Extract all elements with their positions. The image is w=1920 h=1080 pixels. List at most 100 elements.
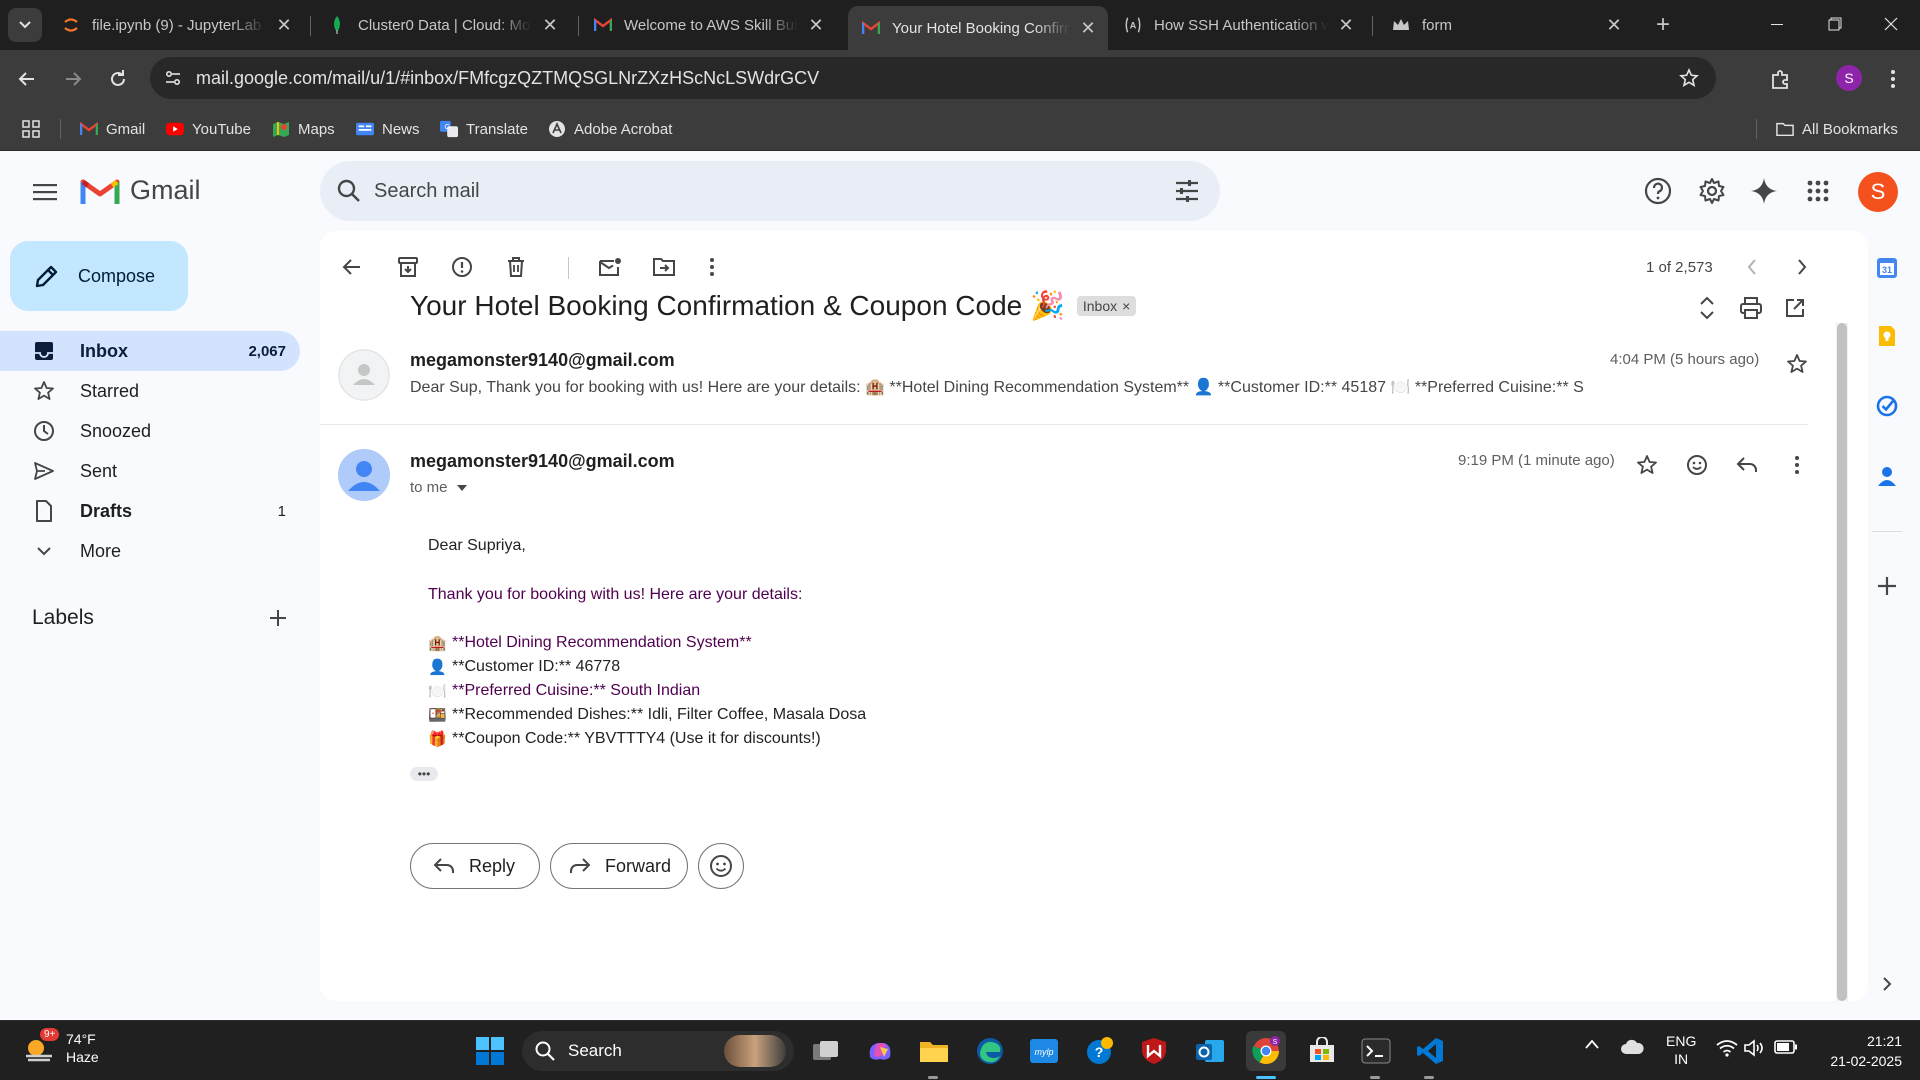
move-to-button[interactable] <box>648 251 680 283</box>
main-menu-button[interactable] <box>28 175 62 209</box>
tab-mongodb[interactable]: Cluster0 Data | Cloud: MongoDB ✕ <box>314 6 570 44</box>
task-view-button[interactable] <box>806 1031 846 1071</box>
tab-search-button[interactable] <box>8 8 42 42</box>
gmail-logo[interactable]: Gmail <box>80 175 201 206</box>
show-hidden-icons-button[interactable] <box>1584 1037 1600 1053</box>
calendar-app-button[interactable]: 31 <box>1872 253 1902 283</box>
compose-button[interactable]: Compose <box>10 241 188 311</box>
close-window-button[interactable] <box>1862 0 1920 48</box>
volume-button[interactable] <box>1744 1039 1766 1060</box>
browser-menu-button[interactable] <box>1878 64 1908 94</box>
reply-button[interactable] <box>1732 450 1762 480</box>
battery-button[interactable] <box>1774 1040 1798 1057</box>
sidebar-item-snoozed[interactable]: Snoozed <box>0 411 300 451</box>
search-options-icon[interactable] <box>1174 178 1200 204</box>
back-button[interactable] <box>12 64 42 94</box>
bookmark-adobe-acrobat[interactable]: Adobe Acrobat <box>548 118 672 140</box>
all-bookmarks-button[interactable]: All Bookmarks <box>1776 118 1898 140</box>
expanded-sender[interactable]: megamonster9140@gmail.com <box>410 451 675 472</box>
show-trimmed-content-button[interactable]: ••• <box>410 767 438 781</box>
bookmark-maps[interactable]: Maps <box>272 118 335 140</box>
message-scrollbar[interactable] <box>1836 323 1848 1001</box>
language-indicator[interactable]: ENG IN <box>1666 1032 1696 1068</box>
mylife-app-button[interactable]: mylp <box>1024 1031 1064 1071</box>
reload-button[interactable] <box>103 64 133 94</box>
onedrive-button[interactable] <box>1620 1039 1644 1058</box>
collapsed-snippet[interactable]: Dear Sup, Thank you for booking with us!… <box>410 377 1620 397</box>
tab-jupyterlab[interactable]: file.ipynb (9) - JupyterLab ✕ <box>48 6 304 44</box>
search-icon[interactable] <box>336 178 362 204</box>
search-bar[interactable]: Search mail <box>320 161 1220 221</box>
create-label-button[interactable] <box>264 604 292 632</box>
terminal-button[interactable] <box>1356 1031 1396 1071</box>
outlook-button[interactable] <box>1190 1031 1230 1071</box>
bookmark-star-icon[interactable] <box>1676 65 1702 91</box>
close-tab-icon[interactable]: ✕ <box>804 13 828 37</box>
address-bar[interactable]: mail.google.com/mail/u/1/#inbox/FMfcgzQZ… <box>150 57 1716 99</box>
apps-button[interactable] <box>22 118 40 140</box>
reply-pill-button[interactable]: Reply <box>410 843 540 889</box>
emoji-reaction-button[interactable] <box>698 843 744 889</box>
sidebar-item-starred[interactable]: Starred <box>0 371 300 411</box>
get-help-button[interactable]: ? <box>1080 1031 1120 1071</box>
profile-avatar[interactable]: S <box>1836 65 1862 91</box>
remove-label-icon[interactable]: × <box>1122 298 1130 314</box>
more-options-button[interactable] <box>696 251 728 283</box>
forward-pill-button[interactable]: Forward <box>550 843 688 889</box>
google-apps-button[interactable] <box>1800 173 1836 209</box>
sidebar-item-drafts[interactable]: Drafts 1 <box>0 491 300 531</box>
open-new-window-button[interactable] <box>1780 293 1810 323</box>
close-tab-icon[interactable]: ✕ <box>272 13 296 37</box>
add-reaction-button[interactable] <box>1682 450 1712 480</box>
bookmark-youtube[interactable]: YouTube <box>166 118 251 140</box>
edge-button[interactable] <box>970 1031 1010 1071</box>
sidebar-item-sent[interactable]: Sent <box>0 451 300 491</box>
show-side-panel-button[interactable] <box>1872 969 1902 999</box>
close-tab-icon[interactable]: ✕ <box>1076 16 1100 40</box>
search-input[interactable]: Search mail <box>374 180 480 203</box>
wifi-button[interactable] <box>1716 1039 1738 1060</box>
settings-button[interactable] <box>1694 173 1730 209</box>
bookmark-gmail[interactable]: Gmail <box>80 118 145 140</box>
tab-form[interactable]: form ✕ <box>1378 6 1634 44</box>
support-button[interactable] <box>1640 173 1676 209</box>
bookmark-translate[interactable]: G Translate <box>440 118 528 140</box>
recipient-details-toggle[interactable]: to me <box>410 479 468 496</box>
account-avatar[interactable]: S <box>1858 172 1898 212</box>
start-button[interactable] <box>470 1031 510 1071</box>
report-spam-button[interactable] <box>446 251 478 283</box>
tab-hotel-booking[interactable]: Your Hotel Booking Confirmation ✕ <box>848 6 1108 50</box>
mcafee-button[interactable] <box>1134 1031 1174 1071</box>
close-tab-icon[interactable]: ✕ <box>1334 13 1358 37</box>
archive-button[interactable] <box>392 251 424 283</box>
tab-ssh-authentication[interactable]: A How SSH Authentication works ✕ <box>1110 6 1366 44</box>
copilot-button[interactable] <box>860 1031 900 1071</box>
delete-button[interactable] <box>500 251 532 283</box>
bookmark-news[interactable]: News <box>356 118 420 140</box>
older-button[interactable] <box>1786 251 1818 283</box>
message-more-button[interactable] <box>1782 450 1812 480</box>
get-addons-button[interactable] <box>1872 571 1902 601</box>
scrollbar-thumb[interactable] <box>1837 323 1847 1001</box>
tasks-app-button[interactable] <box>1872 391 1902 421</box>
print-button[interactable] <box>1736 293 1766 323</box>
expand-all-button[interactable] <box>1692 293 1722 323</box>
label-badge[interactable]: Inbox × <box>1076 295 1137 316</box>
microsoft-store-button[interactable] <box>1302 1031 1342 1071</box>
star-button[interactable] <box>1632 450 1662 480</box>
sidebar-item-more[interactable]: More <box>0 531 300 571</box>
tab-aws-skill-builder[interactable]: Welcome to AWS Skill Builder ✕ <box>580 6 836 44</box>
restore-button[interactable] <box>1806 0 1864 48</box>
keep-app-button[interactable] <box>1872 321 1902 351</box>
vscode-button[interactable] <box>1410 1031 1450 1071</box>
close-tab-icon[interactable]: ✕ <box>538 13 562 37</box>
extensions-button[interactable] <box>1766 64 1796 94</box>
site-info-icon[interactable] <box>160 65 186 91</box>
sidebar-item-inbox[interactable]: Inbox 2,067 <box>0 331 300 371</box>
close-tab-icon[interactable]: ✕ <box>1602 13 1626 37</box>
system-clock[interactable]: 21:21 21-02-2025 <box>1818 1031 1902 1071</box>
weather-widget[interactable]: 9+ 74°F Haze <box>22 1028 99 1066</box>
collapsed-sender[interactable]: megamonster9140@gmail.com <box>410 350 675 371</box>
contacts-app-button[interactable] <box>1872 461 1902 491</box>
gemini-button[interactable] <box>1746 173 1782 209</box>
